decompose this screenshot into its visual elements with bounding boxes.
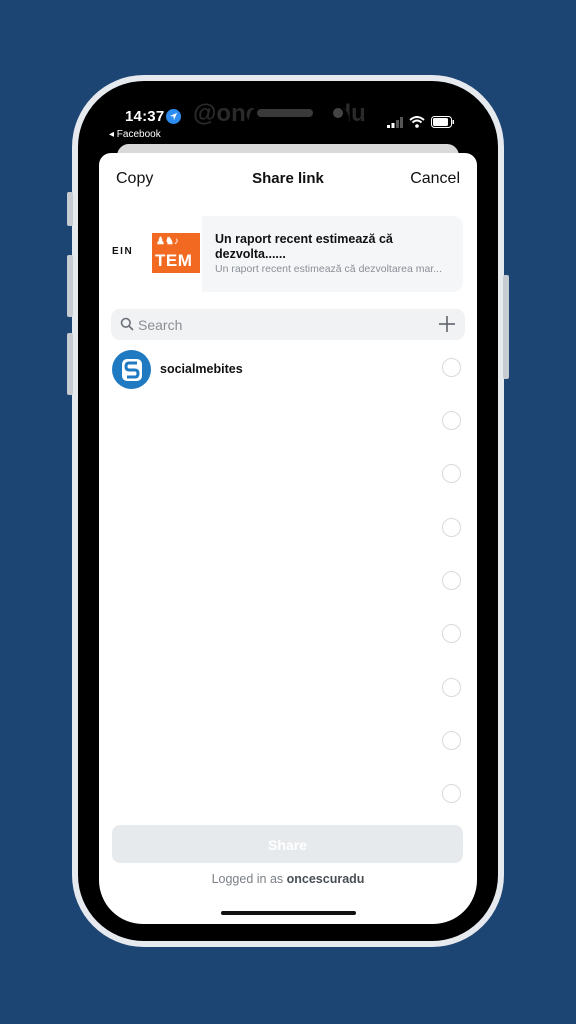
search-input[interactable] <box>138 309 428 340</box>
wifi-icon <box>409 116 425 128</box>
location-arrow-icon <box>166 109 181 124</box>
contact-row[interactable] <box>99 456 477 506</box>
speaker-grille <box>257 109 313 117</box>
mute-switch <box>67 192 73 226</box>
status-time: 14:37 <box>125 108 165 125</box>
contact-name: socialmebites <box>160 362 243 376</box>
preview-description: Un raport recent estimează că dezvoltare… <box>215 263 443 275</box>
select-radio[interactable] <box>442 518 461 537</box>
contact-row[interactable] <box>99 563 477 613</box>
contact-row[interactable] <box>99 510 477 560</box>
plus-icon[interactable] <box>436 313 458 335</box>
signal-icon <box>387 116 403 128</box>
contact-row[interactable] <box>99 670 477 720</box>
contact-row[interactable] <box>99 616 477 666</box>
preview-media: EIN ♟♞♪ TEM <box>112 216 202 292</box>
thumbnail-icons: ♟♞♪ <box>156 236 179 247</box>
contact-row[interactable] <box>99 723 477 773</box>
link-preview-card: EIN ♟♞♪ TEM Un raport recent estimează c… <box>112 216 463 292</box>
home-indicator[interactable] <box>221 911 356 915</box>
select-radio[interactable] <box>442 411 461 430</box>
preview-title: Un raport recent estimează că dezvolta..… <box>215 232 393 261</box>
select-radio[interactable] <box>442 678 461 697</box>
select-radio[interactable] <box>442 784 461 803</box>
power-button <box>503 275 509 379</box>
avatar <box>112 350 151 389</box>
search-bar <box>111 309 465 340</box>
select-radio[interactable] <box>442 464 461 483</box>
battery-icon <box>431 116 454 128</box>
select-radio[interactable] <box>442 571 461 590</box>
logged-in-username: oncescuradu <box>286 872 365 886</box>
phone-screen: 14:37 ◂ Facebook @oncescuradu <box>99 98 477 924</box>
logged-in-prefix: Logged in as <box>211 872 287 886</box>
cancel-button[interactable]: Cancel <box>410 170 460 188</box>
select-radio[interactable] <box>442 624 461 643</box>
back-to-facebook-link[interactable]: ◂ Facebook <box>109 129 161 140</box>
status-bar: 14:37 ◂ Facebook @oncescuradu <box>99 98 477 148</box>
source-label: EIN <box>112 246 134 257</box>
volume-up-button <box>67 255 73 317</box>
share-button[interactable]: Share <box>112 825 463 863</box>
contact-row[interactable] <box>99 403 477 453</box>
contact-row[interactable] <box>99 776 477 826</box>
volume-down-button <box>67 333 73 395</box>
socialmebites-logo-icon <box>121 358 142 381</box>
share-sheet: Copy Share link Cancel EIN ♟♞♪ TEM Un ra… <box>99 153 477 924</box>
front-camera <box>333 108 343 118</box>
logged-in-label: Logged in as oncescuradu <box>99 872 477 886</box>
select-radio[interactable] <box>442 731 461 750</box>
thumbnail-text: TEM <box>155 251 193 270</box>
contact-row[interactable]: socialmebites <box>99 350 477 400</box>
select-radio[interactable] <box>442 358 461 377</box>
preview-thumbnail: ♟♞♪ TEM <box>152 233 200 273</box>
status-icons <box>387 116 455 128</box>
search-icon <box>120 317 134 331</box>
